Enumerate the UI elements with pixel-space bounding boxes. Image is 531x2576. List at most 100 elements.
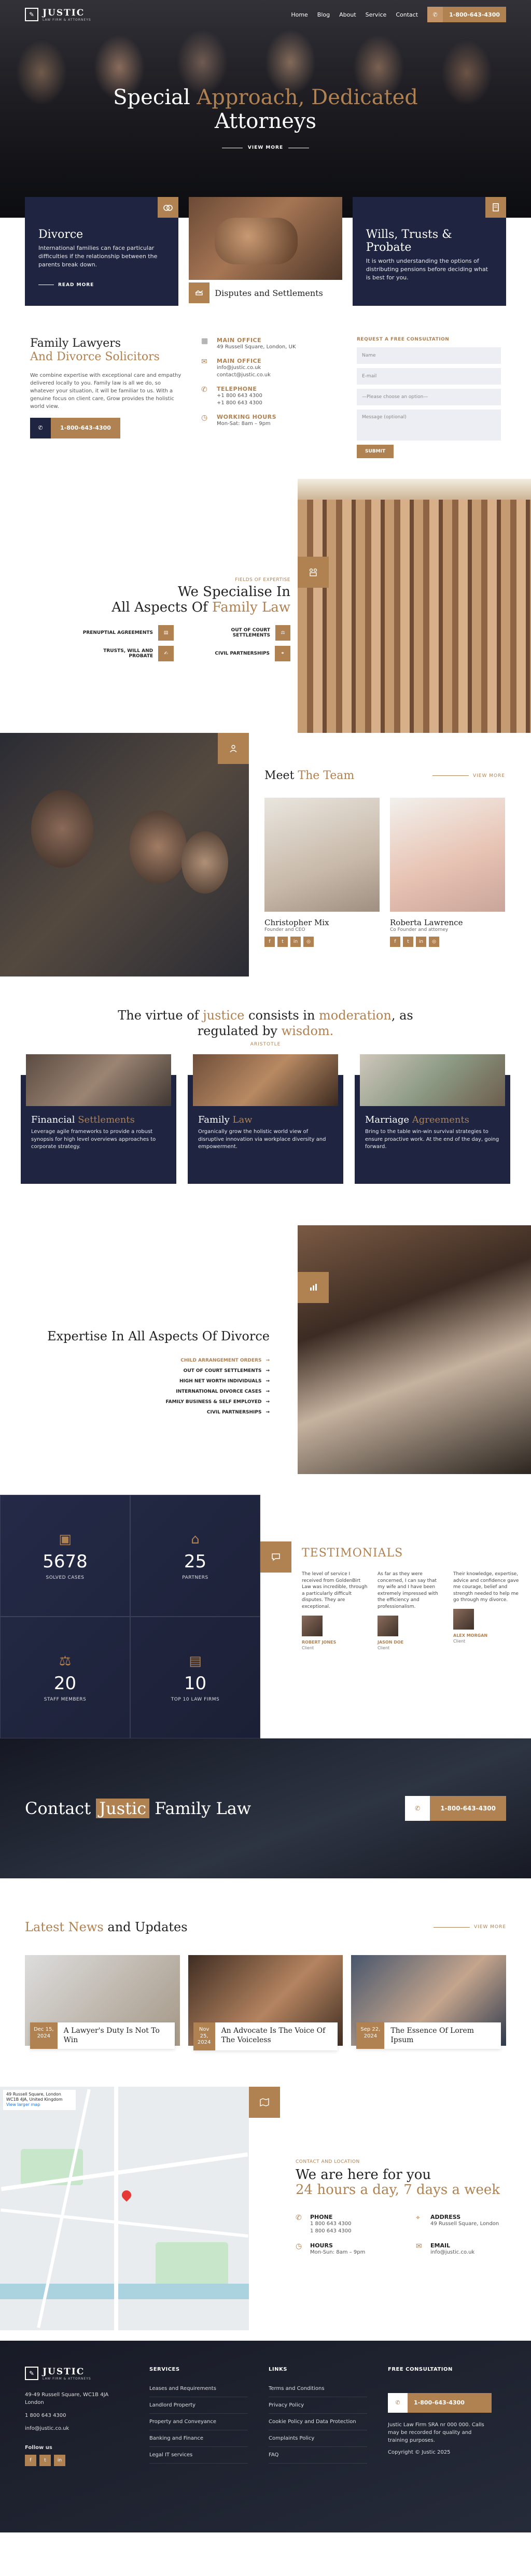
footer-link[interactable]: FAQ <box>269 2447 367 2464</box>
nav-about[interactable]: About <box>339 11 356 18</box>
footer-link[interactable]: Property and Conveyance <box>149 2414 248 2430</box>
footer-link[interactable]: Cookie Policy and Data Protection <box>269 2414 367 2430</box>
footer-link[interactable]: Terms and Conditions <box>269 2381 367 2397</box>
divorce-card[interactable]: Divorce International families can face … <box>25 197 179 306</box>
twitter-icon[interactable]: t <box>403 937 413 947</box>
news-section: Latest News and Updates VIEW MORE Dec 15,… <box>0 1878 531 2071</box>
reach-email-value[interactable]: info@justic.co.uk <box>430 2249 474 2256</box>
team-view-more[interactable]: VIEW MORE <box>432 773 505 779</box>
quote-part: , as <box>391 1008 413 1023</box>
phone-icon: ✆ <box>201 385 207 394</box>
footer-logo[interactable]: ✎ JUSTIC LAW FIRM & ATTORNEYS <box>25 2367 129 2381</box>
news-card[interactable]: Sep 22, 2024 The Essence Of Lorem Ipsum <box>351 1955 507 2050</box>
footer-call-button[interactable]: ✆ 1-800-643-4300 <box>388 2393 492 2413</box>
footer-link[interactable]: Banking and Finance <box>149 2430 248 2447</box>
intro-title-line-1: Family Lawyers <box>30 337 121 350</box>
stats-section: ▣ 5678 SOLVED CASES ⌂ 25 PARTNERS ⚖ 20 STAFF M… <box>0 1495 531 1738</box>
family-icon <box>298 557 329 588</box>
topic-select[interactable]: —Please choose an option— <box>357 389 501 405</box>
specialise-item[interactable]: PRENUPTIAL AGREEMENTS ▤ <box>78 625 174 641</box>
facebook-icon[interactable]: f <box>25 2454 36 2466</box>
news-view-label: VIEW MORE <box>473 1924 506 1930</box>
hours-info: ◷ WORKING HOURS Mon-Sat: 8am – 9pm <box>201 414 341 428</box>
divorce-item[interactable]: OUT OF COURT SETTLEMENTS → <box>26 1368 270 1374</box>
name-input[interactable]: Name <box>357 347 501 364</box>
footer-link[interactable]: Leases and Requirements <box>149 2381 248 2397</box>
divorce-title: Expertise In All Aspects Of Divorce <box>47 1329 270 1343</box>
facebook-icon[interactable]: f <box>390 937 400 947</box>
avatar <box>302 1615 323 1636</box>
map-pin-icon[interactable] <box>120 2188 133 2202</box>
service-card[interactable]: Family Law Organically grow the holistic… <box>188 1054 343 1184</box>
news-headline[interactable]: A Lawyer's Duty Is Not To Win <box>58 2022 175 2049</box>
footer-consult-title: FREE CONSULTATION <box>388 2366 453 2372</box>
instagram-icon[interactable]: ◎ <box>303 937 314 947</box>
reach-kicker: CONTACT AND LOCATION <box>296 2159 360 2164</box>
divorce-item[interactable]: CIVIL PARTNERSHIPS → <box>26 1410 270 1415</box>
service-card[interactable]: Financial Settlements Leverage agile fra… <box>21 1054 176 1184</box>
wills-card[interactable]: Wills, Trusts & Probate It is worth unde… <box>352 197 507 306</box>
email-input[interactable]: E-mail <box>357 368 501 385</box>
nav-home[interactable]: Home <box>291 11 308 18</box>
team-group-photo <box>0 733 249 976</box>
quote-text: The virtue of justice consists in modera… <box>0 1008 531 1039</box>
read-more-link[interactable]: READ MORE <box>38 282 165 288</box>
columns-photo <box>298 479 531 733</box>
stat-label: SOLVED CASES <box>46 1575 85 1580</box>
header-call-button[interactable]: ✆ 1-800-643-4300 <box>427 7 506 22</box>
arrow-right-icon: → <box>266 1399 270 1405</box>
nav-contact[interactable]: Contact <box>396 11 418 18</box>
footer-link[interactable]: Complaints Policy <box>269 2430 367 2447</box>
twitter-icon[interactable]: t <box>39 2454 51 2466</box>
linkedin-icon[interactable]: in <box>54 2454 65 2466</box>
service-card[interactable]: Marriage Agreements Bring to the table w… <box>355 1054 510 1184</box>
specialise-item[interactable]: OUT OF COURT SETTLEMENTS ⚖ <box>194 625 290 641</box>
news-headline[interactable]: An Advocate Is The Voice Of The Voiceles… <box>215 2022 338 2050</box>
news-card[interactable]: Dec 15, 2024 A Lawyer's Duty Is Not To Wi… <box>25 1955 180 2050</box>
footer-phone: 1 800 643 4300 <box>25 2412 66 2418</box>
site-logo[interactable]: ✎ JUSTIC LAW FIRM & ATTORNEYS <box>25 8 91 22</box>
divorce-item[interactable]: HIGH NET WORTH INDIVIDUALS → <box>26 1379 270 1384</box>
message-textarea[interactable]: Message (optional) <box>357 409 501 441</box>
nav-blog[interactable]: Blog <box>317 11 330 18</box>
footer-link[interactable]: Legal IT services <box>149 2447 248 2464</box>
embedded-map[interactable]: 49 Russell Square, London WC1B 4JA, Unit… <box>0 2086 249 2330</box>
wills-text: It is worth understanding the options of… <box>366 258 488 281</box>
footer-link[interactable]: Privacy Policy <box>269 2397 367 2414</box>
news-headline[interactable]: The Essence Of Lorem Ipsum <box>384 2022 501 2049</box>
news-meta: Sep 22, 2024 The Essence Of Lorem Ipsum <box>356 2022 501 2049</box>
linkedin-icon[interactable]: in <box>416 937 426 947</box>
specialise-item[interactable]: CIVIL PARTNERSHIPS ⚭ <box>194 645 290 661</box>
news-view-more[interactable]: VIEW MORE <box>433 1924 506 1930</box>
linkedin-icon[interactable]: in <box>290 937 301 947</box>
disputes-card[interactable]: Disputes and Settlements <box>189 197 342 306</box>
map-larger-link[interactable]: View larger map <box>6 2102 73 2107</box>
testimonial-card: The level of service I received from Gol… <box>302 1571 369 1651</box>
handshake-icon <box>189 282 210 303</box>
document-icon <box>485 197 507 218</box>
stat-label: PARTNERS <box>182 1575 208 1580</box>
submit-button[interactable]: SUBMIT <box>357 445 394 458</box>
intro-call-button[interactable]: ✆ 1-800-643-4300 <box>30 417 120 438</box>
divorce-item[interactable]: FAMILY BUSINESS & SELF EMPLOYED → <box>26 1399 270 1405</box>
hero-view-more[interactable]: VIEW MORE <box>0 145 531 150</box>
specialise-title: We Specialise In All Aspects Of Family La… <box>78 584 290 616</box>
footer-email[interactable]: info@justic.co.uk <box>25 2425 129 2432</box>
team-member[interactable]: Roberta Lawrence Co Founder and attorney… <box>390 798 505 947</box>
facebook-icon[interactable]: f <box>264 937 275 947</box>
divorce-item[interactable]: CHILD ARRANGEMENT ORDERS → <box>26 1358 270 1363</box>
divorce-item[interactable]: INTERNATIONAL DIVORCE CASES → <box>26 1389 270 1394</box>
map-road <box>114 2086 118 2330</box>
twitter-icon[interactable]: t <box>277 937 288 947</box>
contact-call-button[interactable]: ✆ 1-800-643-4300 <box>405 1796 506 1821</box>
service-photo <box>26 1054 171 1106</box>
team-member[interactable]: Christopher Mix Founder and CEO f t in ◎ <box>264 798 380 947</box>
specialise-item[interactable]: TRUSTS, WILL AND PROBATE ✍ <box>78 645 174 661</box>
reach-title-b: 24 hours a day, 7 days a week <box>296 2182 500 2198</box>
nav-service[interactable]: Service <box>366 11 387 18</box>
news-card[interactable]: Nov 25, 2024 An Advocate Is The Voice Of … <box>188 1955 343 2050</box>
footer-link[interactable]: Landlord Property <box>149 2397 248 2414</box>
instagram-icon[interactable]: ◎ <box>429 937 439 947</box>
member-social: f t in ◎ <box>264 937 380 947</box>
footer-social: f t in <box>25 2454 129 2466</box>
